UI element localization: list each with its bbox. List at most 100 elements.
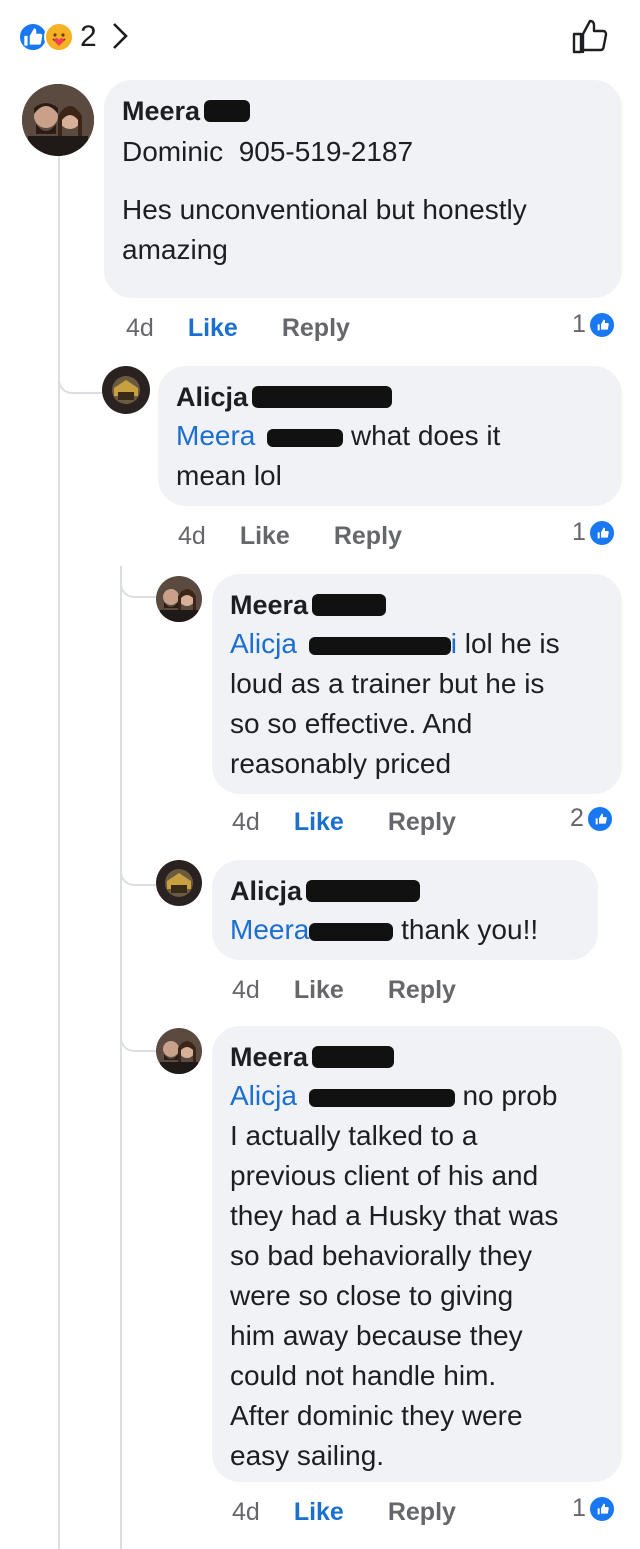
author-name[interactable]: Alicja [230, 874, 302, 908]
reactions-bar: 2 [0, 0, 640, 72]
comment-text: previous client of his and [230, 1160, 539, 1191]
reply-button[interactable]: Reply [334, 522, 402, 551]
comment-bubble: Meera Dominic 905-519-2187 Hes unconvent… [104, 80, 622, 298]
comment-text: easy sailing. [230, 1440, 385, 1471]
reaction-number: 1 [572, 1494, 586, 1522]
comment-text: mean lol [176, 460, 282, 491]
comment-text-inline: what does it [350, 420, 501, 451]
like-thumb-icon[interactable] [568, 16, 610, 56]
mention-link[interactable]: Meera [176, 420, 255, 451]
reaction-number: 1 [572, 518, 586, 546]
reply-button[interactable]: Reply [388, 808, 456, 837]
redaction-mark [204, 100, 251, 122]
reaction-summary[interactable]: 2 [570, 804, 614, 833]
reply-button[interactable]: Reply [282, 314, 350, 343]
comment-text: him away because they [230, 1320, 523, 1351]
reaction-count[interactable]: 2 [80, 20, 97, 54]
redaction-mark [267, 428, 344, 447]
chevron-right-icon[interactable] [110, 20, 132, 52]
mention-link[interactable]: i [451, 628, 457, 659]
reaction-summary[interactable]: 1 [572, 518, 616, 547]
comment-bubble: Alicja Meera thank you!! [212, 860, 598, 960]
reaction-summary[interactable]: 1 [572, 1494, 616, 1523]
comment-text-inline: lol he is [464, 628, 560, 659]
thread-connector [120, 578, 156, 598]
comment-text: Meera thank you!! [230, 910, 580, 950]
reply-button[interactable]: Reply [388, 976, 456, 1005]
comment-author[interactable]: Meera [230, 588, 604, 622]
like-button[interactable]: Like [188, 314, 238, 343]
timestamp[interactable]: 4d [232, 1498, 260, 1527]
comment-bubble: Alicja Meera what does it mean lol [158, 366, 622, 506]
care-reaction-icon[interactable] [44, 22, 74, 52]
timestamp[interactable]: 4d [178, 522, 206, 551]
comment-bubble: Meera Alicja i lol he is loud as a train… [212, 574, 622, 794]
comment-actions: 4d Like Reply [126, 310, 350, 346]
mention-link[interactable]: Meera [230, 914, 309, 945]
like-button[interactable]: Like [294, 976, 344, 1005]
thread-line [58, 152, 60, 1549]
reaction-summary[interactable]: 1 [572, 310, 616, 339]
comment-actions: 4d Like Reply [232, 804, 456, 840]
comment-actions: 4d Like Reply [232, 972, 456, 1008]
comment-text: were so close to giving [230, 1280, 514, 1311]
author-name[interactable]: Alicja [176, 380, 248, 414]
timestamp[interactable]: 4d [126, 314, 154, 343]
mention-link[interactable]: Alicja [230, 628, 297, 659]
comment-text: reasonably priced [230, 748, 452, 779]
redaction-mark [312, 1046, 395, 1068]
avatar[interactable] [22, 84, 94, 156]
thread-connector [120, 1032, 156, 1052]
reply-button[interactable]: Reply [388, 1498, 456, 1527]
comment-text: Hes unconventional but honestly [122, 194, 527, 225]
redaction-mark [306, 880, 421, 902]
author-name[interactable]: Meera [122, 94, 200, 128]
comment-text: Dominic 905-519-2187 [122, 136, 414, 167]
avatar[interactable] [156, 860, 202, 906]
comment-author[interactable]: Alicja [230, 874, 580, 908]
comment-author[interactable]: Alicja [176, 380, 604, 414]
comment-author[interactable]: Meera [230, 1040, 604, 1074]
author-name[interactable]: Meera [230, 588, 308, 622]
comment-text: I actually talked to a [230, 1120, 478, 1151]
like-reaction-icon [587, 518, 616, 547]
redaction-mark [309, 922, 394, 941]
comment-text: could not handle him. [230, 1360, 497, 1391]
comment-text-inline: no prob [462, 1080, 558, 1111]
comment-text: Alicja no prob [230, 1076, 604, 1116]
comment-text: so bad behaviorally they [230, 1240, 532, 1271]
reaction-number: 2 [570, 804, 584, 832]
redaction-mark [252, 386, 393, 408]
like-reaction-icon [585, 804, 614, 833]
comment-text: amazing [122, 234, 228, 265]
mention-link[interactable]: Alicja [230, 1080, 297, 1111]
avatar[interactable] [156, 576, 202, 622]
comment-text: Meera what does it [176, 416, 604, 456]
author-name[interactable]: Meera [230, 1040, 308, 1074]
comment-actions: 4d Like Reply [232, 1494, 456, 1530]
comment-text: they had a Husky that was [230, 1200, 559, 1231]
timestamp[interactable]: 4d [232, 976, 260, 1005]
reaction-number: 1 [572, 310, 586, 338]
thread-connector [58, 374, 102, 394]
like-button[interactable]: Like [294, 808, 344, 837]
comment-actions: 4d Like Reply [178, 518, 402, 554]
comment-text-inline: thank you!! [401, 914, 539, 945]
like-reaction-icon [587, 1494, 616, 1523]
redaction-mark [308, 1088, 455, 1107]
comment-text: After dominic they were [230, 1400, 523, 1431]
comment-text: so so effective. And [230, 708, 473, 739]
comment-bubble: Meera Alicja no prob I actually talked t… [212, 1026, 622, 1482]
thread-line [120, 566, 122, 1549]
thread-connector [120, 866, 156, 886]
redaction-mark [308, 636, 451, 655]
like-button[interactable]: Like [240, 522, 290, 551]
comment-author[interactable]: Meera [122, 94, 604, 128]
timestamp[interactable]: 4d [232, 808, 260, 837]
like-button[interactable]: Like [294, 1498, 344, 1527]
like-reaction-icon [587, 310, 616, 339]
avatar[interactable] [156, 1028, 202, 1074]
avatar[interactable] [102, 366, 150, 414]
redaction-mark [312, 594, 387, 616]
comment-text: Alicja i lol he is [230, 624, 604, 664]
